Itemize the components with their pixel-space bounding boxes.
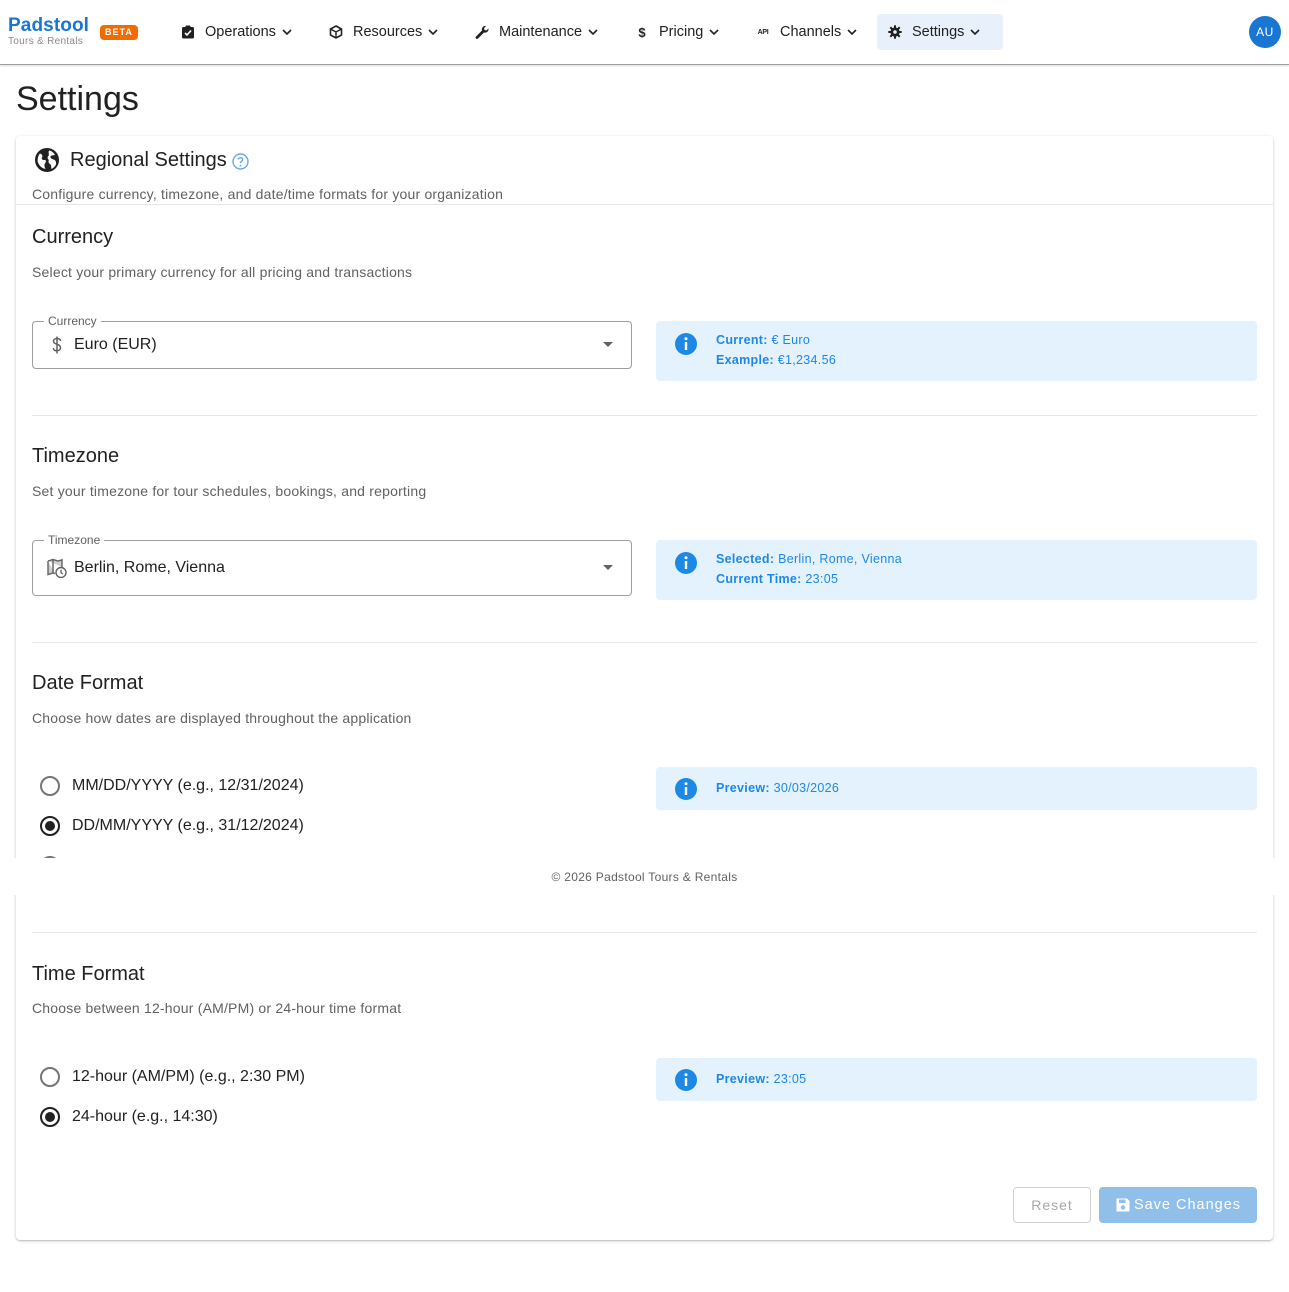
- footer-copyright: © 2026 Padstool Tours & Rentals: [551, 870, 738, 884]
- timezone-selected-value: Berlin, Rome, Vienna: [778, 552, 902, 566]
- currency-select-label: Currency: [44, 314, 101, 328]
- timezone-time-value: 23:05: [805, 572, 839, 586]
- section-divider: [32, 415, 1257, 416]
- date-format-option-label: DD/MM/YYYY (e.g., 31/12/2024): [72, 817, 304, 834]
- globe-icon: [35, 148, 59, 172]
- gear-icon: [887, 24, 903, 40]
- dollar-icon: [52, 336, 62, 354]
- nav-maintenance-label: Maintenance: [499, 24, 583, 40]
- card-header-divider: [16, 204, 1273, 205]
- brand-name: Padstool: [8, 15, 90, 36]
- date-preview-value: 30/03/2026: [773, 781, 840, 795]
- timezone-info-alert: Selected: Berlin, Rome, Vienna Current T…: [656, 540, 1257, 600]
- wrench-icon: [474, 24, 490, 40]
- nav-resources[interactable]: Resources: [318, 14, 452, 50]
- nav-settings[interactable]: Settings: [877, 14, 1003, 50]
- currency-current-value: € Euro: [771, 333, 811, 347]
- timezone-select-value: Berlin, Rome, Vienna: [74, 559, 225, 576]
- save-icon: [1115, 1197, 1131, 1213]
- currency-info-alert: Current: € Euro Example: €1,234.56: [656, 321, 1257, 381]
- info-icon: [675, 333, 697, 355]
- top-navigation-bar: Padstool Tours & Rentals BETA Operations…: [0, 0, 1289, 65]
- nav-channels[interactable]: API Channels: [745, 14, 871, 50]
- nav-operations[interactable]: Operations: [170, 14, 306, 50]
- nav-settings-label: Settings: [912, 24, 965, 40]
- date-format-section-title: Date Format: [32, 672, 144, 694]
- section-divider: [32, 642, 1257, 643]
- card-title: Regional Settings: [70, 149, 227, 171]
- dollar-icon: $: [638, 24, 646, 40]
- currency-section-subtitle: Select your primary currency for all pri…: [32, 264, 413, 280]
- nav-maintenance[interactable]: Maintenance: [464, 14, 612, 50]
- chevron-down-icon: [847, 27, 857, 37]
- info-icon: [675, 552, 697, 574]
- currency-section-title: Currency: [32, 226, 114, 248]
- currency-select[interactable]: Currency Euro (EUR): [32, 314, 632, 369]
- info-icon: [675, 778, 697, 800]
- date-format-option-dmy[interactable]: DD/MM/YYYY (e.g., 31/12/2024): [40, 816, 304, 836]
- user-avatar[interactable]: AU: [1249, 16, 1281, 48]
- nav-operations-label: Operations: [205, 24, 276, 40]
- nav-channels-label: Channels: [780, 24, 842, 40]
- time-format-option-24h[interactable]: 24-hour (e.g., 14:30): [40, 1107, 218, 1127]
- chevron-down-icon: [428, 27, 438, 37]
- radio-checked-icon[interactable]: [40, 816, 60, 836]
- beta-badge: BETA: [100, 25, 138, 40]
- clipboard-icon: [180, 24, 196, 40]
- reset-button[interactable]: Reset: [1013, 1187, 1091, 1223]
- time-preview-label: Preview:: [716, 1072, 770, 1086]
- timezone-section-title: Timezone: [32, 445, 120, 467]
- date-format-section-subtitle: Choose how dates are displayed throughou…: [32, 710, 412, 726]
- time-format-section-subtitle: Choose between 12-hour (AM/PM) or 24-hou…: [32, 1000, 402, 1016]
- nav-pricing[interactable]: $ Pricing: [624, 14, 733, 50]
- currency-current-label: Current:: [716, 333, 768, 347]
- time-preview-value: 23:05: [773, 1072, 807, 1086]
- info-icon: [675, 1069, 697, 1091]
- chevron-down-icon: [282, 27, 292, 37]
- help-icon[interactable]: [232, 153, 249, 170]
- nav-pricing-label: Pricing: [659, 24, 704, 40]
- section-divider: [32, 932, 1257, 933]
- regional-settings-card: Regional Settings Configure currency, ti…: [16, 136, 1273, 1240]
- api-icon: API: [757, 28, 769, 36]
- radio-checked-icon[interactable]: [40, 1107, 60, 1127]
- time-format-option-label: 12-hour (AM/PM) (e.g., 2:30 PM): [72, 1068, 305, 1085]
- chevron-down-icon: [588, 27, 598, 37]
- time-format-preview-alert: Preview: 23:05: [656, 1058, 1257, 1101]
- date-preview-label: Preview:: [716, 781, 770, 795]
- dropdown-arrow-icon: [603, 342, 613, 347]
- card-subtitle: Configure currency, timezone, and date/t…: [32, 186, 504, 202]
- timezone-section-subtitle: Set your timezone for tour schedules, bo…: [32, 483, 427, 499]
- save-changes-button[interactable]: Save Changes: [1099, 1187, 1257, 1223]
- date-format-option-mdy[interactable]: MM/DD/YYYY (e.g., 12/31/2024): [40, 776, 304, 796]
- time-format-section-title: Time Format: [32, 963, 145, 985]
- radio-unchecked-icon[interactable]: [40, 776, 60, 796]
- timezone-select-label: Timezone: [44, 533, 105, 547]
- date-format-preview-alert: Preview: 30/03/2026: [656, 767, 1257, 810]
- date-format-option-label: MM/DD/YYYY (e.g., 12/31/2024): [72, 777, 304, 794]
- page-title: Settings: [16, 80, 139, 118]
- brand-logo[interactable]: Padstool Tours & Rentals: [8, 16, 89, 48]
- currency-example-value: €1,234.56: [777, 353, 837, 367]
- currency-select-value: Euro (EUR): [74, 336, 157, 353]
- brand-subtitle: Tours & Rentals: [8, 36, 84, 47]
- save-changes-label: Save Changes: [1133, 1197, 1242, 1213]
- timezone-time-label: Current Time:: [716, 572, 802, 586]
- chevron-down-icon: [970, 27, 980, 37]
- map-clock-icon: [47, 558, 67, 578]
- timezone-selected-label: Selected:: [716, 552, 775, 566]
- time-format-option-12h[interactable]: 12-hour (AM/PM) (e.g., 2:30 PM): [40, 1067, 305, 1087]
- currency-example-label: Example:: [716, 353, 774, 367]
- chevron-down-icon: [709, 27, 719, 37]
- timezone-select[interactable]: Timezone Berlin, Rome, Vienna: [32, 533, 632, 596]
- cube-icon: [328, 24, 344, 40]
- time-format-option-label: 24-hour (e.g., 14:30): [72, 1108, 218, 1125]
- dropdown-arrow-icon: [603, 565, 613, 570]
- radio-unchecked-icon[interactable]: [40, 1067, 60, 1087]
- nav-resources-label: Resources: [353, 24, 423, 40]
